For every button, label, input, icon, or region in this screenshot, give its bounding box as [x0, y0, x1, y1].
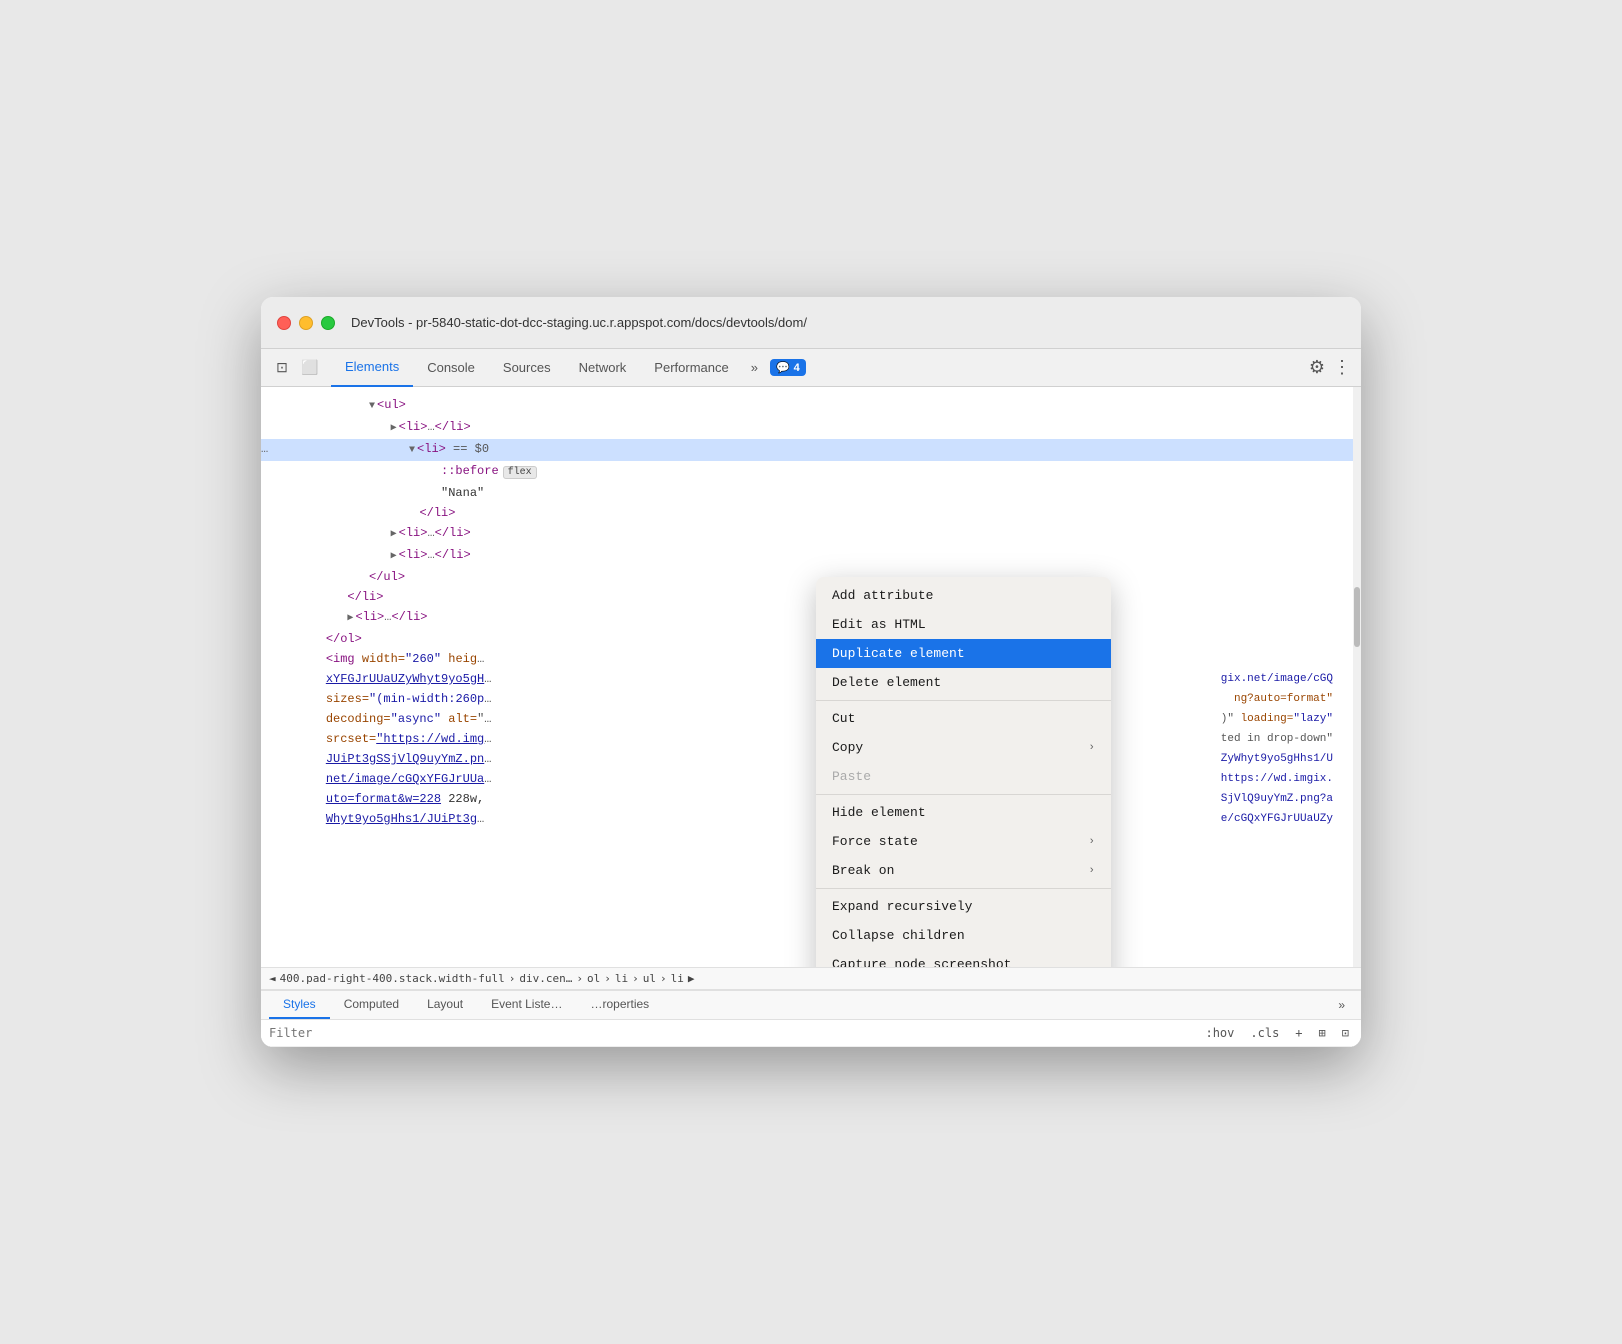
dom-line[interactable]: decoding="async" alt="… )" loading="lazy… — [261, 709, 1361, 729]
dom-line[interactable]: </ol> — [261, 629, 1361, 649]
dom-line[interactable]: "Nana" — [261, 483, 1361, 503]
breadcrumb-item[interactable]: 400.pad-right-400.stack.width-full — [280, 972, 505, 985]
new-style-icon[interactable]: ⊞ — [1315, 1024, 1330, 1042]
device-icon[interactable]: ⬜ — [299, 357, 321, 379]
add-rule-button[interactable]: + — [1291, 1024, 1306, 1042]
traffic-lights — [277, 316, 335, 330]
breadcrumb-back[interactable]: ◄ — [269, 972, 276, 985]
inspect-icon[interactable]: ⊡ — [271, 357, 293, 379]
dom-line[interactable]: net/image/cGQxYFGJrUUa… https://wd.imgix… — [261, 769, 1361, 789]
tab-icons: ⊡ ⬜ — [271, 357, 321, 379]
bottom-panel: Styles Computed Layout Event Liste… …rop… — [261, 990, 1361, 1047]
more-icon[interactable]: ⋮ — [1333, 357, 1351, 378]
dom-line[interactable]: JUiPt3gSSjVlQ9uyYmZ.pn… ZyWhyt9yo5gHhs1/… — [261, 749, 1361, 769]
ctx-force-state[interactable]: Force state › — [816, 827, 1111, 856]
scrollbar-thumb[interactable] — [1354, 587, 1360, 647]
breadcrumb-item-ol[interactable]: ol — [587, 972, 600, 985]
tab-elements[interactable]: Elements — [331, 349, 413, 387]
break-on-arrow-icon: › — [1088, 865, 1095, 877]
devtools-body: ▼<ul> ▶<li>…</li> … ▼<li> == $0 ::before… — [261, 387, 1361, 1047]
hov-button[interactable]: :hov — [1201, 1024, 1238, 1042]
filter-actions: :hov .cls + ⊞ ⊡ — [1201, 1024, 1353, 1042]
ctx-separator-2 — [816, 794, 1111, 795]
dom-line[interactable]: ▶<li>…</li> — [261, 417, 1361, 439]
more-bottom-tabs[interactable]: » — [1330, 991, 1353, 1019]
dom-line[interactable]: </ul> — [261, 567, 1361, 587]
tab-sources[interactable]: Sources — [489, 349, 565, 387]
filter-bar: :hov .cls + ⊞ ⊡ — [261, 1020, 1361, 1047]
dom-line[interactable]: ▶<li>…</li> — [261, 607, 1361, 629]
close-button[interactable] — [277, 316, 291, 330]
dom-line[interactable]: Whyt9yo5gHhs1/JUiPt3g… e/cGQxYFGJrUUaUZy — [261, 809, 1361, 829]
window-title: DevTools - pr-5840-static-dot-dcc-stagin… — [351, 315, 807, 330]
tab-styles[interactable]: Styles — [269, 991, 330, 1019]
ctx-paste[interactable]: Paste — [816, 762, 1111, 791]
maximize-button[interactable] — [321, 316, 335, 330]
force-state-arrow-icon: › — [1088, 836, 1095, 848]
dom-line[interactable]: sizes="(min-width:260p… ng?auto=format" — [261, 689, 1361, 709]
dom-line[interactable]: ▶<li>…</li> — [261, 523, 1361, 545]
dom-line[interactable]: uto=format&w=228 228w, SjVlQ9uyYmZ.png?a — [261, 789, 1361, 809]
breadcrumb-forward[interactable]: ▶ — [688, 972, 695, 985]
devtools-tabs: ⊡ ⬜ Elements Console Sources Network Per… — [261, 349, 1361, 387]
context-menu: Add attribute Edit as HTML Duplicate ele… — [816, 577, 1111, 967]
copy-arrow-icon: › — [1088, 742, 1095, 754]
ctx-capture-screenshot[interactable]: Capture node screenshot — [816, 950, 1111, 967]
breadcrumb-item-ul[interactable]: ul — [643, 972, 656, 985]
computed-icon[interactable]: ⊡ — [1338, 1024, 1353, 1042]
ctx-copy[interactable]: Copy › — [816, 733, 1111, 762]
scrollbar[interactable] — [1353, 387, 1361, 967]
devtools-window: DevTools - pr-5840-static-dot-dcc-stagin… — [261, 297, 1361, 1047]
dom-line[interactable]: xYFGJrUUaUZyWhyt9yo5gH… gix.net/image/cG… — [261, 669, 1361, 689]
dom-line[interactable]: </li> — [261, 503, 1361, 523]
ctx-separator-3 — [816, 888, 1111, 889]
dom-line-selected[interactable]: … ▼<li> == $0 — [261, 439, 1361, 461]
cls-button[interactable]: .cls — [1246, 1024, 1283, 1042]
ctx-hide-element[interactable]: Hide element — [816, 798, 1111, 827]
breadcrumb-item-li2[interactable]: li — [671, 972, 684, 985]
ctx-separator-1 — [816, 700, 1111, 701]
breadcrumb-item-li[interactable]: li — [615, 972, 628, 985]
tab-properties[interactable]: …roperties — [576, 991, 663, 1019]
tab-performance[interactable]: Performance — [640, 349, 742, 387]
filter-input[interactable] — [269, 1026, 1193, 1040]
dom-line[interactable]: ▶<li>…</li> — [261, 545, 1361, 567]
ctx-edit-html[interactable]: Edit as HTML — [816, 610, 1111, 639]
ctx-collapse-children[interactable]: Collapse children — [816, 921, 1111, 950]
dom-line[interactable]: <img width="260" heig… — [261, 649, 1361, 669]
tab-layout[interactable]: Layout — [413, 991, 477, 1019]
bottom-tabs: Styles Computed Layout Event Liste… …rop… — [261, 991, 1361, 1020]
minimize-button[interactable] — [299, 316, 313, 330]
ctx-break-on[interactable]: Break on › — [816, 856, 1111, 885]
dom-line[interactable]: ▼<ul> — [261, 395, 1361, 417]
ctx-add-attribute[interactable]: Add attribute — [816, 581, 1111, 610]
breadcrumb: ◄ 400.pad-right-400.stack.width-full › d… — [261, 967, 1361, 990]
titlebar: DevTools - pr-5840-static-dot-dcc-stagin… — [261, 297, 1361, 349]
dom-line[interactable]: srcset="https://wd.img… ted in drop-down… — [261, 729, 1361, 749]
tab-event-listeners[interactable]: Event Liste… — [477, 991, 576, 1019]
ctx-expand-recursively[interactable]: Expand recursively — [816, 892, 1111, 921]
tab-computed[interactable]: Computed — [330, 991, 413, 1019]
dom-panel[interactable]: ▼<ul> ▶<li>…</li> … ▼<li> == $0 ::before… — [261, 387, 1361, 967]
ctx-delete-element[interactable]: Delete element — [816, 668, 1111, 697]
more-tabs-button[interactable]: » — [743, 360, 766, 375]
dom-line[interactable]: ::beforeflex — [261, 461, 1361, 483]
settings-icon[interactable]: ⚙ — [1309, 357, 1325, 378]
chat-badge[interactable]: 💬 4 — [770, 359, 806, 376]
breadcrumb-item[interactable]: div.cen… — [519, 972, 572, 985]
tab-network[interactable]: Network — [565, 349, 641, 387]
dom-line[interactable]: </li> — [261, 587, 1361, 607]
ctx-duplicate-element[interactable]: Duplicate element — [816, 639, 1111, 668]
tab-settings-area: ⚙ ⋮ — [1309, 357, 1351, 378]
ctx-cut[interactable]: Cut — [816, 704, 1111, 733]
tab-console[interactable]: Console — [413, 349, 489, 387]
